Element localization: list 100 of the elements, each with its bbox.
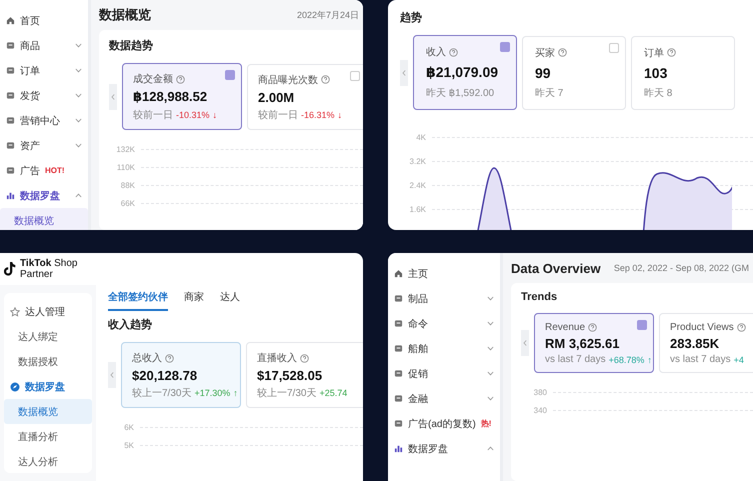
metric-card[interactable]: 直播收入 $17,528.05 较上一7/30天 +25.74 (246, 342, 363, 408)
tab[interactable]: 商家 (184, 285, 204, 311)
metric-value: $17,528.05 (257, 368, 324, 383)
trend-arrow: ↑ (647, 354, 652, 364)
axis-label: 6K (123, 422, 134, 432)
menu-item[interactable]: 发货 (0, 83, 88, 108)
scroll-left-button[interactable] (109, 84, 117, 110)
comparison-text: 昨天 7 (535, 86, 564, 100)
checkbox[interactable] (500, 42, 510, 52)
menu-item[interactable]: 订单 (0, 58, 88, 83)
change-value: +68.78% (608, 354, 644, 364)
chevron-icon (487, 321, 494, 326)
metric-card[interactable]: 成交金额 ฿128,988.52 较前一日 -10.31% ↓ (122, 63, 242, 130)
axis-label: 5K (123, 440, 134, 450)
chevron-left-icon (402, 70, 406, 76)
menu-item[interactable]: 数据罗盘 (0, 183, 88, 208)
axis-label: 132K (115, 144, 135, 154)
menu-item[interactable]: 达人管理 (4, 299, 92, 324)
change-value: -16.31% (301, 110, 335, 120)
axis-label: 110K (116, 162, 135, 172)
menu-item[interactable]: 营销中心 (0, 108, 88, 133)
metric-value: ฿128,988.52 (133, 89, 208, 105)
menu-item[interactable]: 数据罗盘 (4, 374, 92, 399)
menu-item[interactable]: 船舶 (388, 336, 500, 361)
axis-label: 4K (415, 132, 426, 142)
hot-label: 热! (480, 418, 492, 429)
help-icon (667, 48, 676, 57)
bar-chart-icon (6, 191, 15, 200)
checkbox[interactable] (225, 70, 235, 80)
menu-icon (394, 394, 403, 403)
menu-item[interactable]: 促销 (388, 361, 500, 386)
help-icon (300, 354, 309, 362)
menu-icon (394, 369, 403, 378)
trend-arrow: ↑ (233, 388, 238, 398)
axis-label: 3.2K (408, 156, 426, 166)
submenu-item[interactable]: 达人分析 (4, 449, 92, 474)
comparison-text: 昨天 8 (644, 86, 672, 100)
section-title: Trends (521, 291, 558, 303)
scroll-left-button[interactable] (108, 362, 116, 388)
section-title: 收入趋势 (108, 318, 153, 332)
menu-icon (6, 166, 15, 175)
submenu-item[interactable]: 数据授权 (4, 349, 92, 374)
menu-item[interactable]: 金融 (388, 386, 500, 411)
chevron-icon (487, 396, 494, 401)
metric-label: 买家 (535, 46, 555, 60)
menu-icon (6, 116, 15, 125)
help-icon (449, 48, 458, 56)
checkbox[interactable] (609, 42, 619, 52)
scroll-left-button[interactable] (400, 60, 408, 86)
menu-icon (394, 319, 403, 328)
tab[interactable]: 达人 (220, 285, 240, 311)
metric-label: 订单 (644, 46, 664, 60)
metric-card[interactable]: 订单 103 昨天 8 (631, 36, 735, 110)
menu-icon (394, 419, 403, 428)
menu-item[interactable]: 广告(ad的复数) 热! (388, 411, 500, 436)
metric-value: 2.00M (258, 90, 296, 104)
help-icon (321, 75, 330, 84)
bar-chart-icon (394, 444, 403, 453)
change-value: +25.74 (319, 388, 348, 398)
scroll-left-button[interactable] (521, 330, 529, 356)
help-icon (736, 323, 746, 332)
change-value: +4 (734, 354, 744, 364)
menu-item[interactable]: 广告 HOT! (0, 158, 88, 183)
submenu-item[interactable]: 直播分析 (4, 424, 92, 449)
menu-item[interactable]: 制品 (388, 286, 500, 311)
comparison-text: 昨天 ฿1,592.00 (426, 87, 494, 100)
menu-icon (394, 344, 403, 353)
menu-item[interactable]: 命令 (388, 311, 500, 336)
chevron-icon (75, 118, 82, 123)
submenu-item[interactable]: 数据概览 (0, 208, 88, 230)
chevron-left-icon (110, 372, 114, 378)
comparison-text: 较前一日 (133, 108, 173, 122)
chevron-icon (487, 371, 494, 376)
metric-value: 103 (644, 64, 668, 80)
star-icon (10, 306, 20, 316)
menu-item[interactable]: 首页 (0, 8, 88, 33)
chevron-left-icon (523, 340, 527, 346)
section-title: 趋势 (400, 10, 423, 25)
menu-icon (394, 294, 403, 303)
menu-item[interactable]: 数据罗盘 (388, 436, 500, 461)
metric-card[interactable]: 商品曝光次数 2.00M 较前一日 -16.31% ↓ (247, 64, 363, 130)
chevron-icon (487, 346, 494, 351)
metric-card[interactable]: Product Views 283.85K vs last 7 days +4 (659, 313, 753, 373)
metric-card[interactable]: Revenue RM 3,625.61 vs last 7 days +68.78% ↑ (534, 313, 654, 373)
menu-item[interactable]: 资产 (0, 133, 88, 158)
menu-item[interactable]: 主页 (388, 261, 500, 286)
menu-icon (6, 141, 15, 150)
hot-label: HOT! (45, 166, 65, 175)
checkbox[interactable] (637, 320, 647, 330)
submenu-item[interactable]: 数据概览 (4, 399, 92, 424)
metric-card[interactable]: 收入 ฿21,079.09 昨天 ฿1,592.00 (413, 35, 517, 110)
chevron-icon (487, 446, 494, 451)
metric-value: 99 (535, 64, 552, 80)
metric-card[interactable]: 买家 99 昨天 7 (522, 36, 626, 110)
help-icon (588, 323, 598, 332)
metric-value: RM 3,625.61 (545, 336, 620, 351)
metric-card[interactable]: 总收入 $20,128.78 较上一7/30天 +17.30% ↑ (121, 342, 241, 408)
menu-item[interactable]: 商品 (0, 33, 88, 58)
checkbox[interactable] (350, 70, 360, 80)
submenu-item[interactable]: 达人绑定 (4, 324, 92, 349)
